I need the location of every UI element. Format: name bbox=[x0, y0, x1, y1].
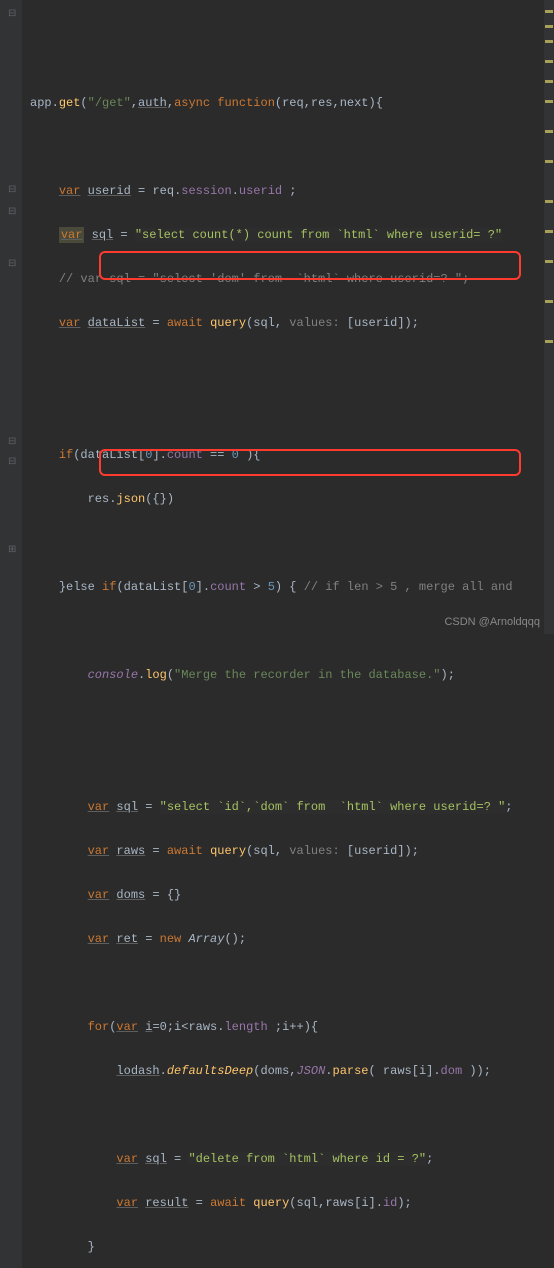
code-line: var ret = new Array(); bbox=[30, 928, 554, 950]
code-line: var dataList = await query(sql, values: … bbox=[30, 312, 554, 334]
code-line: var raws = await query(sql, values: [use… bbox=[30, 840, 554, 862]
code-line: app.get("/get",auth,async function(req,r… bbox=[30, 92, 554, 114]
code-line bbox=[30, 972, 554, 994]
code-line bbox=[30, 136, 554, 158]
fold-icon[interactable]: ⊟ bbox=[8, 432, 16, 454]
code-area[interactable]: app.get("/get",auth,async function(req,r… bbox=[30, 70, 554, 1268]
fold-icon[interactable]: ⊟ bbox=[8, 4, 16, 26]
code-line bbox=[30, 356, 554, 378]
fold-icon[interactable]: ⊞ bbox=[8, 540, 16, 562]
minimap[interactable] bbox=[544, 0, 554, 634]
code-line: console.log("Merge the recorder in the d… bbox=[30, 664, 554, 686]
code-line: var sql = "delete from `html` where id =… bbox=[30, 1148, 554, 1170]
code-line: var doms = {} bbox=[30, 884, 554, 906]
code-line: var sql = "select count(*) count from `h… bbox=[30, 224, 554, 246]
code-line bbox=[30, 1104, 554, 1126]
code-line: } bbox=[30, 1236, 554, 1258]
fold-icon[interactable]: ⊟ bbox=[8, 202, 16, 224]
code-line: if(dataList[0].count == 0 ){ bbox=[30, 444, 554, 466]
code-line bbox=[30, 532, 554, 554]
fold-icon[interactable]: ⊟ bbox=[8, 180, 16, 202]
code-line bbox=[30, 708, 554, 730]
fold-icon[interactable]: ⊟ bbox=[8, 452, 16, 474]
code-line: lodash.defaultsDeep(doms,JSON.parse( raw… bbox=[30, 1060, 554, 1082]
watermark: CSDN @Arnoldqqq bbox=[444, 616, 540, 628]
code-line: res.json({}) bbox=[30, 488, 554, 510]
code-line: for(var i=0;i<raws.length ;i++){ bbox=[30, 1016, 554, 1038]
code-line: var sql = "select `id`,`dom` from `html`… bbox=[30, 796, 554, 818]
gutter: ⊟ ⊟ ⊟ ⊟ ⊟ ⊟ ⊞ bbox=[0, 0, 22, 1268]
code-line: }else if(dataList[0].count > 5) { // if … bbox=[30, 576, 554, 598]
code-line: var result = await query(sql,raws[i].id)… bbox=[30, 1192, 554, 1214]
code-line: // var sql = "select 'dom' from `html` w… bbox=[30, 268, 554, 290]
code-editor[interactable]: ⊟ ⊟ ⊟ ⊟ ⊟ ⊟ ⊞ app.get("/get",auth,async … bbox=[0, 0, 554, 1268]
fold-icon[interactable]: ⊟ bbox=[8, 254, 16, 276]
code-line bbox=[30, 400, 554, 422]
code-line bbox=[30, 752, 554, 774]
code-line: var userid = req.session.userid ; bbox=[30, 180, 554, 202]
